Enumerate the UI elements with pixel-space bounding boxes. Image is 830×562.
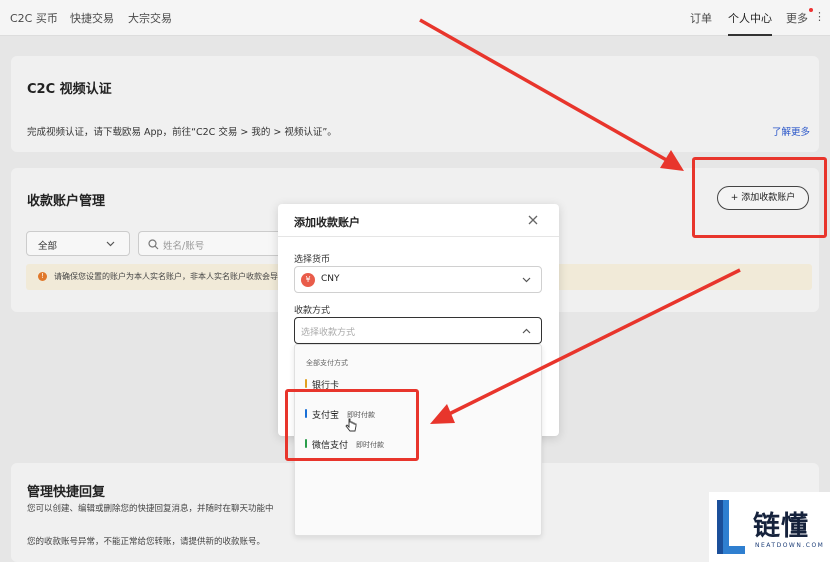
arrow-to-add-button bbox=[419, 18, 671, 164]
arrow-head-top bbox=[660, 150, 684, 171]
logo-l-icon bbox=[717, 500, 745, 554]
watermark-logo: 链懂 NEATDOWN.COM bbox=[709, 492, 830, 562]
arrow-to-options bbox=[446, 268, 741, 417]
logo-subtext: NEATDOWN.COM bbox=[755, 542, 825, 549]
annotation-arrows bbox=[419, 18, 741, 424]
logo-text: 链懂 bbox=[753, 511, 809, 542]
